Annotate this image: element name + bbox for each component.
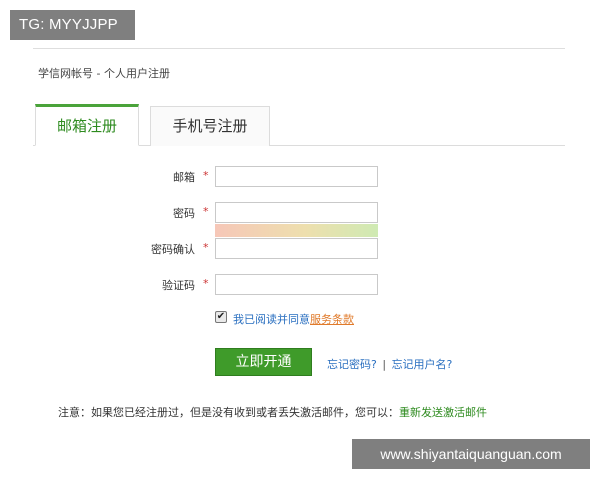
forgot-password-link[interactable]: 忘记密码? — [327, 358, 377, 371]
link-separator: | — [382, 358, 387, 371]
notice-text: 注意：如果您已经注册过，但是没有收到或者丢失激活邮件，您可以：重新发送激活邮件 — [58, 404, 487, 420]
confirm-password-label: 密码确认 — [151, 243, 195, 256]
watermark: www.shiyantaiquanguan.com — [352, 439, 590, 469]
required-mark: * — [203, 277, 209, 290]
tg-badge: TG: MYYJJPP — [10, 10, 135, 40]
submit-button[interactable]: 立即开通 — [215, 348, 312, 376]
required-mark: * — [203, 205, 209, 218]
forgot-username-link[interactable]: 忘记用户名? — [392, 358, 453, 371]
top-divider — [33, 48, 565, 49]
confirm-password-row: 密码确认 * — [0, 238, 600, 260]
password-strength-bar — [215, 224, 378, 237]
resend-activation-link[interactable]: 重新发送激活邮件 — [399, 406, 487, 419]
breadcrumb: 学信网帐号 - 个人用户注册 — [38, 67, 170, 80]
email-row: 邮箱 * — [0, 166, 600, 188]
notice-body: 注意：如果您已经注册过，但是没有收到或者丢失激活邮件，您可以： — [58, 406, 399, 419]
tab-email-registration[interactable]: 邮箱注册 — [35, 104, 139, 146]
agree-checkbox[interactable]: ✔ — [215, 311, 227, 323]
password-label: 密码 — [173, 207, 195, 220]
terms-link[interactable]: 服务条款 — [310, 313, 354, 326]
email-field[interactable] — [215, 166, 378, 187]
captcha-label: 验证码 — [162, 279, 195, 292]
confirm-password-field[interactable] — [215, 238, 378, 259]
required-mark: * — [203, 241, 209, 254]
password-field[interactable] — [215, 202, 378, 223]
email-label: 邮箱 — [173, 171, 195, 184]
agree-text: 我已阅读并同意服务条款 — [233, 311, 354, 327]
registration-tabs: 邮箱注册 手机号注册 — [33, 104, 565, 146]
recovery-links: 忘记密码? | 忘记用户名? — [327, 356, 452, 372]
tab-phone-registration[interactable]: 手机号注册 — [150, 106, 270, 146]
agree-label: 我已阅读并同意 — [233, 313, 310, 326]
password-row: 密码 * — [0, 202, 600, 224]
captcha-row: 验证码 * — [0, 274, 600, 296]
captcha-field[interactable] — [215, 274, 378, 295]
required-mark: * — [203, 169, 209, 182]
